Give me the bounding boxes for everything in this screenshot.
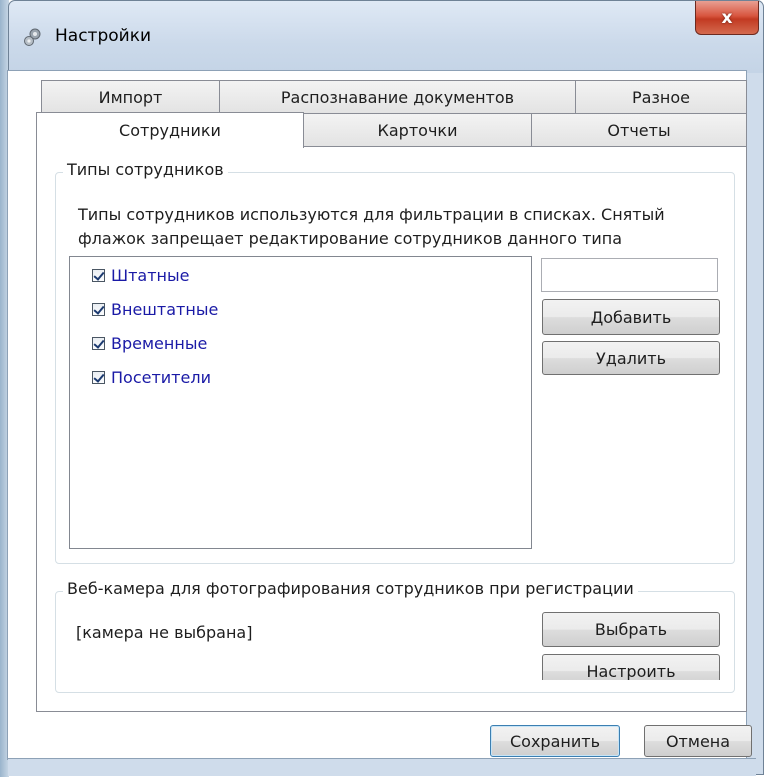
- choose-camera-button[interactable]: Выбрать: [542, 612, 720, 647]
- gears-icon: [24, 28, 41, 46]
- save-button[interactable]: Сохранить: [490, 725, 620, 757]
- list-item[interactable]: Штатные: [92, 263, 190, 287]
- save-button-label: Сохранить: [510, 731, 600, 751]
- cancel-button[interactable]: Отмена: [644, 725, 752, 757]
- tab-misc[interactable]: Разное: [575, 80, 747, 114]
- list-item[interactable]: Внештатные: [92, 297, 218, 321]
- configure-camera-clip: Настроить: [542, 654, 720, 680]
- employee-types-legend: Типы сотрудников: [63, 160, 228, 179]
- tab-label: Импорт: [98, 87, 163, 107]
- checkbox-checked-icon[interactable]: [92, 370, 105, 384]
- checkbox-checked-icon[interactable]: [92, 268, 105, 282]
- configure-camera-label: Настроить: [586, 661, 676, 681]
- list-item-label: Штатные: [111, 265, 190, 285]
- delete-button-label: Удалить: [596, 348, 666, 368]
- description-line: флажок запрещает редактирование сотрудни…: [78, 229, 623, 248]
- tab-import[interactable]: Импорт: [41, 80, 220, 114]
- add-button-label: Добавить: [590, 307, 672, 327]
- configure-camera-button[interactable]: Настроить: [542, 654, 720, 680]
- delete-button[interactable]: Удалить: [542, 341, 720, 375]
- window-bottom-frame: [8, 758, 756, 776]
- tab-label: Распознавание документов: [280, 87, 515, 107]
- list-item[interactable]: Временные: [92, 331, 207, 355]
- employee-types-list[interactable]: Штатные Внештатные Временные Посетители: [69, 256, 532, 549]
- add-button[interactable]: Добавить: [542, 299, 720, 335]
- webcam-legend: Веб-камера для фотографирования сотрудни…: [63, 579, 638, 598]
- list-item[interactable]: Посетители: [92, 365, 211, 389]
- close-button[interactable]: x: [695, 1, 759, 35]
- close-icon: x: [721, 7, 733, 28]
- list-item-label: Посетители: [111, 367, 211, 387]
- list-item-label: Временные: [111, 333, 208, 353]
- title-bar[interactable]: Настройки x: [9, 1, 763, 73]
- dialog-footer: [8, 715, 748, 760]
- tab-label: Сотрудники: [119, 121, 221, 140]
- checkbox-checked-icon[interactable]: [92, 336, 105, 350]
- tab-document-recognition[interactable]: Распознавание документов: [219, 80, 576, 114]
- camera-status: [камера не выбрана]: [76, 623, 253, 642]
- tab-reports[interactable]: Отчеты: [531, 113, 747, 147]
- window-title: Настройки: [55, 26, 152, 46]
- choose-camera-label: Выбрать: [594, 620, 668, 639]
- tab-label: Разное: [631, 87, 691, 107]
- cancel-button-label: Отмена: [665, 731, 731, 751]
- list-item-label: Внештатные: [111, 299, 219, 319]
- tab-label: Карточки: [377, 120, 458, 140]
- tab-label: Отчеты: [607, 120, 671, 140]
- new-type-input[interactable]: [541, 258, 718, 292]
- checkbox-checked-icon[interactable]: [92, 302, 105, 316]
- employee-types-description: Типы сотрудников используются для фильтр…: [78, 203, 665, 251]
- description-line: Типы сотрудников используются для фильтр…: [78, 205, 665, 224]
- tab-employees[interactable]: Сотрудники: [36, 112, 304, 148]
- tab-cards[interactable]: Карточки: [303, 113, 532, 147]
